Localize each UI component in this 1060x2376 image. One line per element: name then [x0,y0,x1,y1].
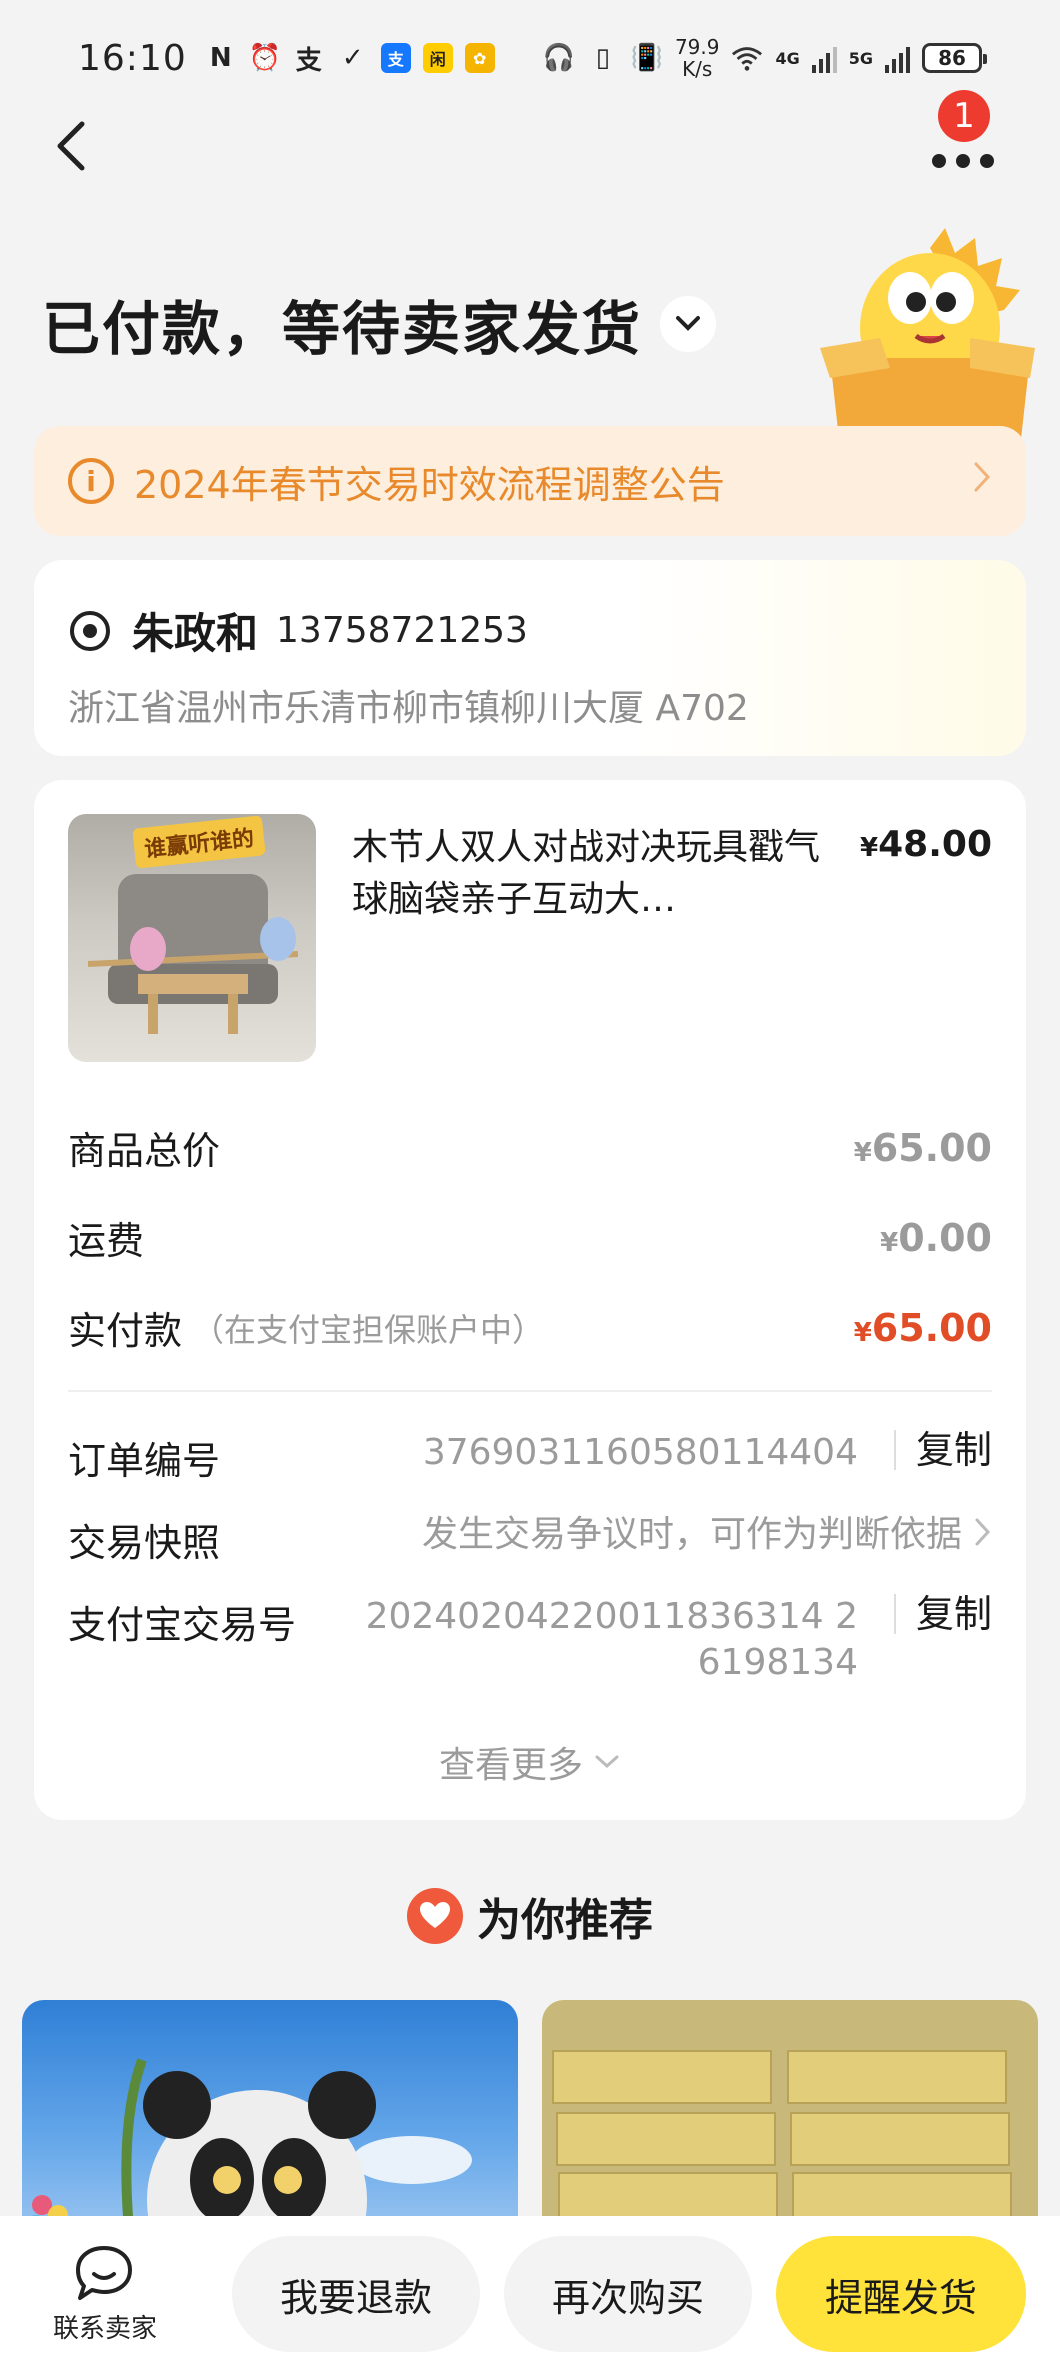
order-card: 谁赢听谁的 木节人双人对战对决玩具戳气球脑袋亲子互动大… ¥48.00 商品总价… [34,780,1026,1820]
more-dot [980,154,994,168]
alipay-trade-line1: 20240204220011836314 2 [366,1596,858,1637]
paid-value: ¥65.00 [854,1306,992,1350]
signal-5g-icon [885,43,910,73]
alipay-trade-label: 支付宝交易号 [68,1594,296,1649]
page-title-text: 已付款，等待卖家发货 [42,282,642,366]
alipay-trade-line2: 6198134 [698,1642,858,1683]
contact-seller-button[interactable]: 联系卖家 [30,2244,180,2345]
price-value: 48.00 [878,824,992,865]
currency-symbol: ¥ [854,1318,872,1348]
headphones-icon: 🎧 [543,42,575,74]
more-dot [956,154,970,168]
subtotal-label: 商品总价 [68,1120,220,1175]
chevron-down-icon [593,1753,621,1771]
phone-battery-icon: ▯ [587,42,619,74]
net-speed-value: 79.9 [675,36,720,58]
net-5g-label: 5G [849,49,873,68]
product-title: 木节人双人对战对决玩具戳气球脑袋亲子互动大… [352,822,822,926]
shipping-amount: 0.00 [898,1216,992,1260]
mascot-illustration [820,228,1040,448]
idlefish-app-icon: 闲 [423,43,453,73]
shipping-value: ¥0.00 [880,1216,992,1260]
currency-symbol: ¥ [880,1228,898,1258]
status-bar: 16:10 N ⏰ 支 ✓ 支 闲 ✿ 🎧 ▯ 📳 79.9 K/s 4G 5G… [0,0,1060,116]
rebuy-button[interactable]: 再次购买 [504,2236,752,2352]
paid-row: 实付款 （在支付宝担保账户中） ¥65.00 [68,1300,992,1355]
nfc-icon: N [205,42,237,74]
bottom-action-bar: 联系卖家 我要退款 再次购买 提醒发货 [0,2216,1060,2376]
order-number-row: 订单编号 3769031160580114404 复制 [68,1430,992,1480]
heart-app-icon: ✓ [337,42,369,74]
copy-order-number-button[interactable]: 复制 [894,1430,992,1470]
back-button[interactable] [46,118,102,174]
more-dots-icon [932,154,946,168]
announcement-text: 2024年春节交易时效流程调整公告 [134,454,725,509]
recommend-title: 为你推荐 [477,1884,653,1948]
location-pin-icon [68,609,112,653]
product-box [790,2112,1010,2166]
product-box [787,2050,1007,2104]
alipay-app-icon: 支 [381,43,411,73]
price-symbol: ¥ [860,833,878,863]
vibrate-icon: 📳 [631,42,663,74]
recipient-name: 朱政和 [132,600,258,661]
divider [68,1390,992,1392]
copy-alipay-number-button[interactable]: 复制 [894,1594,992,1634]
subtotal-value: ¥65.00 [854,1126,992,1170]
wifi-icon [731,42,763,74]
net-4g-label: 4G [775,49,799,68]
snapshot-value: 发生交易争议时，可作为判断依据 [422,1512,962,1558]
recipient-phone: 13758721253 [276,610,528,651]
shipping-address-card[interactable]: 朱政和 13758721253 浙江省温州市乐清市柳市镇柳川大厦 A702 [34,560,1026,756]
battery-indicator: 86 [922,43,982,73]
currency-symbol: ¥ [854,1138,872,1168]
chevron-left-icon [46,118,102,174]
chevron-right-icon [974,1514,992,1559]
address-detail: 浙江省温州市乐清市柳市镇柳川大厦 A702 [68,679,992,731]
alipay-trade-row: 支付宝交易号 20240204220011836314 2 6198134 复制 [68,1594,992,1694]
contact-seller-label: 联系卖家 [53,2308,157,2345]
subtotal-row: 商品总价 ¥65.00 [68,1120,992,1175]
plant-app-icon: ✿ [465,43,495,73]
see-more-label: 查看更多 [439,1736,583,1788]
snapshot-label: 交易快照 [68,1512,220,1567]
order-number-label: 订单编号 [68,1430,220,1485]
product-box [552,2050,772,2104]
alipay-trade-value: 20240204220011836314 2 6198134 [366,1594,858,1686]
signal-4g-icon [812,43,837,73]
status-time: 16:10 [78,38,187,79]
paid-label: 实付款 [68,1300,182,1355]
page-title: 已付款，等待卖家发货 [42,282,716,366]
chat-bubble-icon [72,2244,138,2302]
net-speed: 79.9 K/s [675,36,720,80]
chevron-down-icon [674,314,702,334]
status-expand-button[interactable] [660,296,716,352]
refund-button[interactable]: 我要退款 [232,2236,480,2352]
notification-badge: 1 [938,90,990,142]
paid-note: （在支付宝担保账户中） [192,1305,544,1351]
snapshot-row[interactable]: 交易快照 发生交易争议时，可作为判断依据 [68,1512,992,1562]
product-image: 谁赢听谁的 [68,814,316,1062]
order-number-value: 3769031160580114404 [423,1430,858,1476]
alipay-pay-icon: 支 [293,42,325,74]
see-more-button[interactable]: 查看更多 [34,1736,1026,1788]
remind-ship-button[interactable]: 提醒发货 [776,2236,1026,2352]
product-item[interactable]: 谁赢听谁的 木节人双人对战对决玩具戳气球脑袋亲子互动大… ¥48.00 [68,814,992,1064]
net-speed-unit: K/s [682,58,712,80]
paid-amount: 65.00 [872,1306,992,1350]
subtotal-amount: 65.00 [872,1126,992,1170]
shipping-label: 运费 [68,1210,144,1265]
recommend-header: 为你推荐 [0,1884,1060,1948]
heart-icon [407,1888,463,1944]
chevron-right-icon [972,459,992,503]
product-box [556,2112,776,2166]
info-icon: i [68,458,114,504]
product-price: ¥48.00 [860,824,992,865]
shipping-row: 运费 ¥0.00 [68,1210,992,1265]
alarm-icon: ⏰ [249,42,281,74]
announcement-banner[interactable]: i 2024年春节交易时效流程调整公告 [34,426,1026,536]
